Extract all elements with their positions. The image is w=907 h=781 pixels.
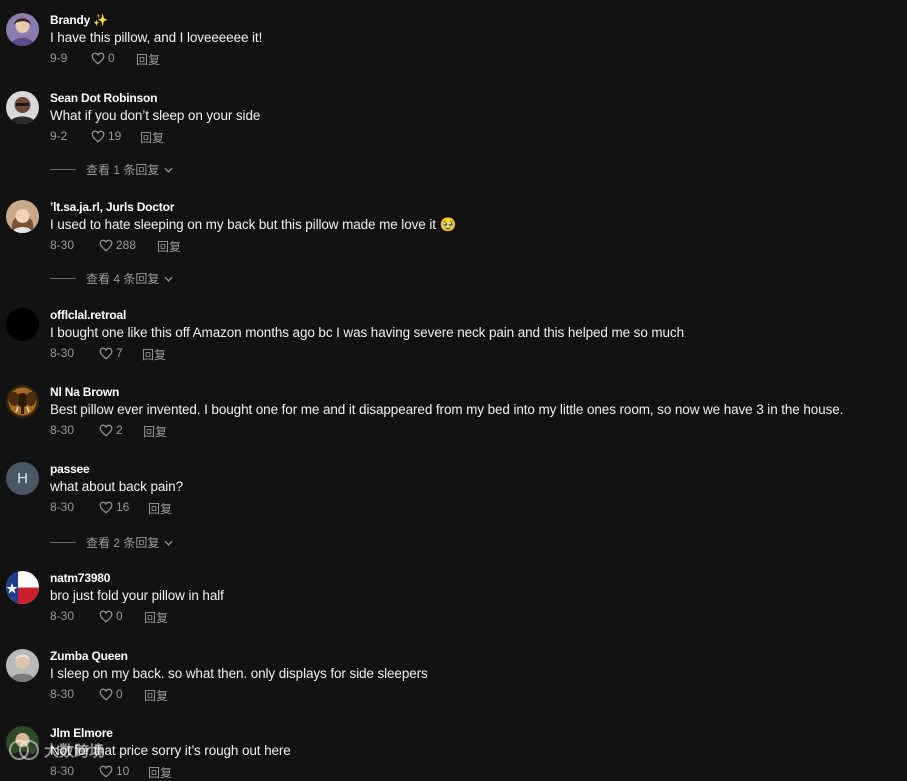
like-button[interactable]: 2 <box>99 423 123 437</box>
comment-date: 8-30 <box>50 687 75 701</box>
like-count: 10 <box>116 764 130 778</box>
like-button[interactable]: 19 <box>91 129 121 143</box>
like-count: 0 <box>116 687 123 701</box>
heart-icon <box>91 130 105 143</box>
avatar-letter: H <box>17 470 28 487</box>
comment-text: I used to hate sleeping on my back but t… <box>50 217 457 232</box>
comment-text: I sleep on my back. so what then. only d… <box>50 666 428 681</box>
watermark-text: 大数跨境 <box>44 742 105 760</box>
elephant-icon <box>6 385 39 418</box>
sparkle-icon: ✨ <box>93 13 108 27</box>
comment-date: 8-30 <box>50 423 75 437</box>
reply-button[interactable]: 回复 <box>144 687 168 704</box>
comment-date: 8-30 <box>50 346 75 360</box>
comment-text: I bought one like this off Amazon months… <box>50 325 684 340</box>
view-replies-label: 查看 1 条回复 <box>86 163 160 177</box>
reply-button[interactable]: 回复 <box>143 423 167 440</box>
comment-author[interactable]: Jlm Elmore <box>50 726 113 740</box>
comment-date: 8-30 <box>50 764 75 778</box>
texas-flag-icon <box>6 571 39 604</box>
reply-button[interactable]: 回复 <box>136 51 160 68</box>
comment-author[interactable]: passee <box>50 462 90 476</box>
comment-text: bro just fold your pillow in half <box>50 588 224 603</box>
heart-icon <box>99 688 113 701</box>
comment-text: what about back pain? <box>50 479 183 494</box>
avatar[interactable] <box>6 13 39 46</box>
watermark: 大数跨境 <box>8 739 104 761</box>
like-count: 16 <box>116 500 130 514</box>
heart-icon <box>91 52 105 65</box>
reply-button[interactable]: 回复 <box>140 129 164 146</box>
comment-date: 9-9 <box>50 51 68 65</box>
comment-date: 9-2 <box>50 129 68 143</box>
chevron-down-icon <box>164 276 173 282</box>
comment-author[interactable]: Zumba Queen <box>50 649 128 663</box>
heart-icon <box>99 501 113 514</box>
comment-text: What if you don’t sleep on your side <box>50 108 261 123</box>
divider-line <box>50 169 76 170</box>
view-replies-label: 查看 4 条回复 <box>86 272 160 286</box>
heart-icon <box>99 239 113 252</box>
user-avatar-icon <box>6 308 39 341</box>
like-count: 2 <box>116 423 123 437</box>
like-count: 7 <box>116 346 123 360</box>
heart-icon <box>99 765 113 778</box>
view-replies-button[interactable]: 查看 2 条回复 <box>50 534 173 551</box>
avatar[interactable] <box>6 571 39 604</box>
avatar[interactable] <box>6 385 39 418</box>
avatar[interactable] <box>6 91 39 124</box>
reply-button[interactable]: 回复 <box>148 764 172 781</box>
divider-line <box>50 542 76 543</box>
reply-button[interactable]: 回复 <box>148 500 172 517</box>
comment-author[interactable]: Nl Na Brown <box>50 385 119 399</box>
user-avatar-icon <box>6 200 39 233</box>
comment-author[interactable]: ’lt.sa.ja.rl, Jurls Doctor <box>50 200 174 214</box>
comment-author[interactable]: offlclal.retroal <box>50 308 126 322</box>
user-avatar-icon <box>6 91 39 124</box>
chevron-down-icon <box>164 540 173 546</box>
avatar[interactable] <box>6 308 39 341</box>
like-button[interactable]: 0 <box>99 609 123 623</box>
heart-icon <box>99 610 113 623</box>
heart-icon <box>99 424 113 437</box>
like-button[interactable]: 0 <box>99 687 123 701</box>
like-button[interactable]: 10 <box>99 764 129 778</box>
like-button[interactable]: 16 <box>99 500 129 514</box>
comment-date: 8-30 <box>50 609 75 623</box>
like-count: 0 <box>116 609 123 623</box>
like-button[interactable]: 0 <box>91 51 115 65</box>
like-count: 19 <box>108 129 122 143</box>
like-count: 288 <box>116 238 137 252</box>
reply-button[interactable]: 回复 <box>157 238 181 255</box>
chevron-down-icon <box>164 167 173 173</box>
like-button[interactable]: 288 <box>99 238 136 252</box>
user-avatar-icon <box>6 13 39 46</box>
comment-text: I have this pillow, and I loveeeeee it! <box>50 30 263 45</box>
comment-date: 8-30 <box>50 238 75 252</box>
comment-date: 8-30 <box>50 500 75 514</box>
reply-button[interactable]: 回复 <box>144 609 168 626</box>
heart-icon <box>99 347 113 360</box>
comment-text: Best pillow ever invented. I bought one … <box>50 402 844 417</box>
comment-author[interactable]: natm73980 <box>50 571 110 585</box>
comment-author[interactable]: Sean Dot Robinson <box>50 91 157 105</box>
divider-line <box>50 278 76 279</box>
user-avatar-icon <box>6 649 39 682</box>
view-replies-label: 查看 2 条回复 <box>86 536 160 550</box>
reply-button[interactable]: 回复 <box>142 346 166 363</box>
view-replies-button[interactable]: 查看 1 条回复 <box>50 161 173 178</box>
avatar[interactable]: H <box>6 462 39 495</box>
comment-author[interactable]: Brandy ✨ <box>50 13 108 27</box>
view-replies-button[interactable]: 查看 4 条回复 <box>50 270 173 287</box>
avatar[interactable] <box>6 649 39 682</box>
watermark-logo-icon <box>9 740 39 760</box>
like-count: 0 <box>108 51 115 65</box>
avatar[interactable] <box>6 200 39 233</box>
like-button[interactable]: 7 <box>99 346 123 360</box>
